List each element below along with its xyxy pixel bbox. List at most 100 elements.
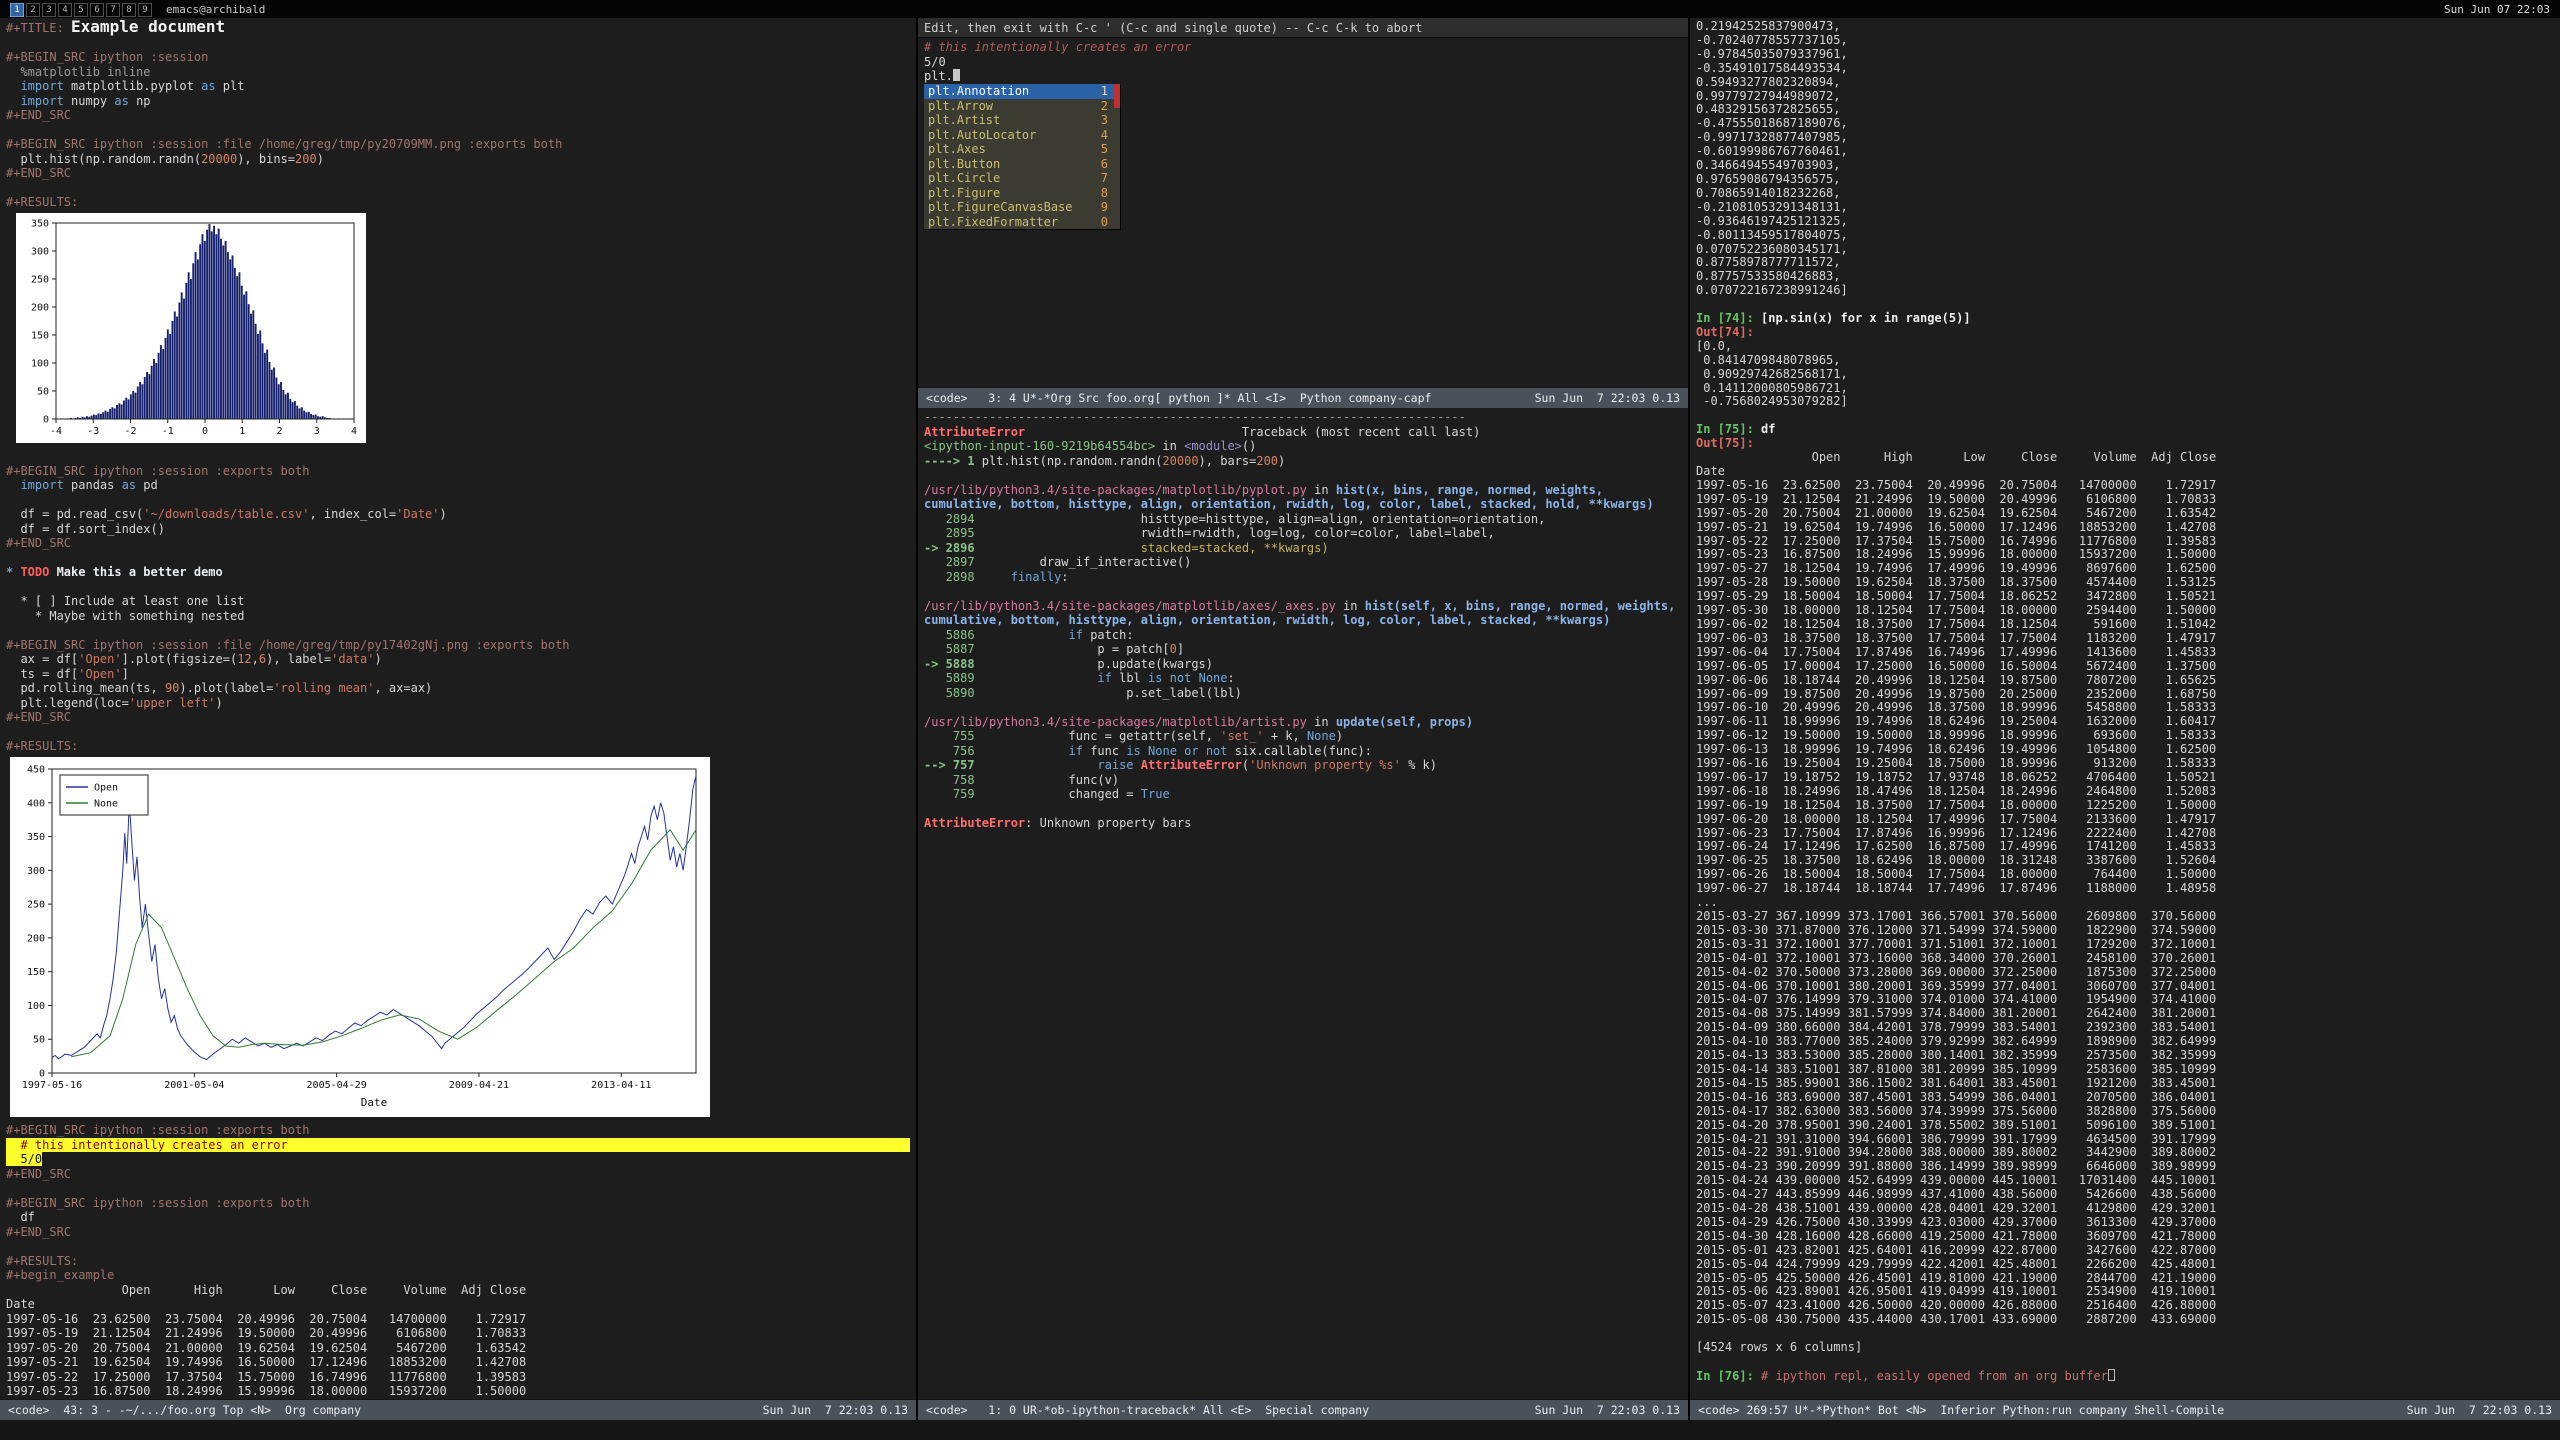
histogram-figure: 0 50 100 150 200 250 300 350 -4 -3 -2 -1 0 1 2 3 4	[16, 212, 366, 443]
buffer-line: 2015-04-23 390.20999 391.88000 386.14999…	[1696, 1159, 2217, 1174]
completion-key: 1	[1100, 84, 1108, 98]
buffer-line: 1997-05-27 18.12504 19.74996 17.49996 19…	[1696, 561, 2217, 576]
completion-label: plt.Button	[928, 156, 1001, 171]
buffer-line: 2015-04-06 370.10001 380.20001 369.35999…	[1696, 978, 2217, 993]
buffer-line: 2015-04-22 391.91000 394.28000 388.00000…	[1696, 1145, 2217, 1160]
buffer-line: 2015-05-08 430.75000 435.44000 430.17001…	[1696, 1312, 2217, 1327]
buffer-line: -0.47555018687189076,	[1696, 116, 1848, 131]
completion-item[interactable]: plt.Button 6	[924, 157, 1120, 172]
modeline-text: <code> 43: 3 - -~/.../foo.org Top <N> Or…	[8, 1403, 362, 1417]
buffer-line: 1997-06-24 17.12496 17.62500 16.87500 17…	[1696, 839, 2217, 854]
workspace-button[interactable]: 5	[74, 2, 88, 17]
buffer-line: Open High Low Close Volume Adj Close	[1696, 450, 2217, 465]
buffer-line: 1997-06-27 18.18744 18.18744 17.74996 17…	[1696, 881, 2217, 896]
buffer-line: 0.59493277802320894,	[1696, 74, 1841, 89]
svg-text:50: 50	[37, 386, 49, 397]
completion-item[interactable]: plt.Arrow 2	[924, 99, 1120, 114]
completion-key: 2	[1100, 98, 1108, 113]
buffer-line: 0.070722167238991246]	[1696, 283, 1848, 298]
edit-window: Edit, then exit with C-c ' (C-c and sing…	[918, 18, 1688, 408]
popup-scrollbar[interactable]	[1114, 84, 1120, 108]
buffer-line: * [ ] Include at least one list	[6, 594, 245, 608]
buffer-line: 2015-04-28 438.51001 439.00000 428.04001…	[1696, 1201, 2217, 1216]
buffer-line	[1696, 1327, 2554, 1341]
org-window: #+TITLE: Example document #+BEGIN_SRC ip…	[0, 18, 918, 1420]
buffer-line: ----> 1 plt.hist(np.random.randn(20000),…	[924, 453, 1286, 468]
workspace-button[interactable]: 7	[106, 2, 120, 17]
buffer-line: 5886 if patch:	[924, 627, 1134, 642]
svg-text:200: 200	[31, 302, 49, 313]
completion-item[interactable]: plt.Annotation 1	[924, 84, 1120, 99]
buffer-line: 1997-05-19 21.12504 21.24996 19.50000 20…	[1696, 491, 2217, 506]
completion-item[interactable]: plt.FigureCanvasBase 9	[924, 200, 1120, 215]
workspace-button[interactable]: 2	[26, 2, 40, 17]
buffer-line: ...	[1696, 895, 1718, 910]
buffer-line: 2015-04-01 372.10001 373.16000 368.34000…	[1696, 950, 2217, 965]
completion-key: 5	[1100, 142, 1108, 156]
buffer-line: 0.87758978777711572,	[1696, 255, 1841, 270]
workspace-button[interactable]: 8	[122, 2, 136, 17]
echo-area[interactable]	[0, 1420, 2560, 1440]
buffer-line: #+BEGIN_SRC ipython :session	[6, 50, 209, 64]
buffer-line: /usr/lib/python3.4/site-packages/matplot…	[924, 598, 1683, 628]
buffer-line: ax = df['Open'].plot(figsize=(12,6), lab…	[6, 652, 382, 666]
completion-item[interactable]: plt.Circle 7	[924, 171, 1120, 186]
buffer-line: 1997-06-12 19.50000 19.50000 18.99996 18…	[1696, 728, 2217, 743]
workspace-button[interactable]: 6	[90, 2, 104, 17]
window-title: emacs@archibald	[166, 2, 266, 16]
buffer-line: -0.93646197425121325,	[1696, 213, 1848, 228]
buffer-line: -0.99717328877407985,	[1696, 130, 1848, 145]
org-buffer[interactable]: #+TITLE: Example document #+BEGIN_SRC ip…	[0, 18, 916, 1399]
buffer-line: 2015-04-27 443.85999 446.98999 437.41000…	[1696, 1187, 2217, 1202]
completion-item[interactable]: plt.Axes 5	[924, 142, 1120, 157]
workspace-button[interactable]: 3	[42, 2, 56, 17]
traceback-buffer[interactable]: ----------------------------------------…	[918, 408, 1688, 1399]
completion-item[interactable]: plt.Artist 3	[924, 113, 1120, 128]
completion-item[interactable]: plt.FixedFormatter 0	[924, 215, 1120, 230]
buffer-line: import pandas as pd	[20, 478, 158, 492]
buffer-line	[6, 580, 910, 595]
buffer-line	[1696, 409, 2554, 423]
buffer-line: 2894 histtype=histtype, align=align, ori…	[924, 511, 1546, 526]
completion-label: plt.Artist	[928, 113, 1001, 127]
buffer-line: In [76]: # ipython repl, easily opened f…	[1696, 1368, 2554, 1384]
workspace-button[interactable]: 9	[138, 2, 152, 17]
line-chart-svg: 0 50 100 150 200 250 300 350 400 450 1997-05-16 200…	[22, 764, 697, 1109]
modeline-time: Sun Jun 7 22:03 0.13	[762, 1403, 908, 1417]
buffer-line: #+END_SRC	[6, 536, 72, 550]
python-repl-buffer[interactable]: 0.21942525837900473, -0.70240778557737105…	[1690, 18, 2560, 1399]
buffer-line: 1997-05-16 23.62500 23.75004 20.49996 20…	[1696, 477, 2217, 492]
buffer-line: * Maybe with something nested	[6, 608, 245, 623]
modeline-time: Sun Jun 7 22:03 0.13	[2406, 1403, 2552, 1417]
clock: Sun Jun 07 22:03	[2444, 2, 2550, 16]
buffer-line: 2015-04-13 383.53000 385.28000 380.14001…	[1696, 1048, 2217, 1063]
buffer-line: 2015-04-10 383.77000 385.24000 379.92999…	[1696, 1034, 2217, 1049]
buffer-line: 1997-06-10 20.49996 20.49996 18.37500 18…	[1696, 700, 2217, 715]
buffer-line: 0.070752236080345171,	[1696, 241, 1848, 256]
buffer-line: #+BEGIN_SRC ipython :session :exports bo…	[6, 1195, 310, 1210]
repl-lines: 0.21942525837900473, -0.70240778557737105…	[1696, 19, 2554, 1384]
buffer-line: 1997-06-02 18.12504 18.37500 17.75004 18…	[1696, 616, 2217, 631]
buffer-line: AttributeError: Unknown property bars	[924, 816, 1192, 830]
buffer-line: 0.21942525837900473,	[1696, 19, 1841, 33]
completion-item[interactable]: plt.Figure 8	[924, 186, 1120, 201]
buffer-line	[6, 123, 910, 138]
completion-item[interactable]: plt.AutoLocator 4	[924, 128, 1120, 143]
buffer-line: %matplotlib inline	[6, 64, 151, 79]
buffer-line: 1997-06-06 18.18744 20.49996 18.12504 19…	[1696, 672, 2217, 687]
workspace-button[interactable]: 1	[10, 2, 24, 17]
buffer-line: 1997-05-23 16.87500 18.24996 15.99996 18…	[6, 1384, 527, 1398]
buffer-line: 1997-05-21 19.62504 19.74996 16.50000 17…	[6, 1355, 527, 1369]
repl-modeline: <code> 269:57 U*-*Python* Bot <N> Inferi…	[1690, 1399, 2560, 1420]
buffer-line: <ipython-input-160-9219b64554bc> in <mod…	[924, 439, 1257, 453]
buffer-line	[924, 468, 1682, 483]
buffer-line: 2015-04-08 375.14999 381.57999 374.84000…	[1696, 1006, 2217, 1021]
workspace-button[interactable]: 4	[58, 2, 72, 17]
svg-text:50: 50	[33, 1034, 45, 1045]
org-src-buffer[interactable]: # this intentionally creates an error 5/0…	[918, 38, 1688, 387]
buffer-line: 1997-06-25 18.37500 18.62496 18.00000 18…	[1696, 853, 2217, 868]
svg-text:400: 400	[27, 798, 45, 809]
completion-key: 7	[1100, 171, 1108, 185]
buffer-line: -0.35491017584493534,	[1696, 60, 1848, 75]
buffer-line: #+BEGIN_SRC ipython :session :exports bo…	[6, 1123, 310, 1137]
